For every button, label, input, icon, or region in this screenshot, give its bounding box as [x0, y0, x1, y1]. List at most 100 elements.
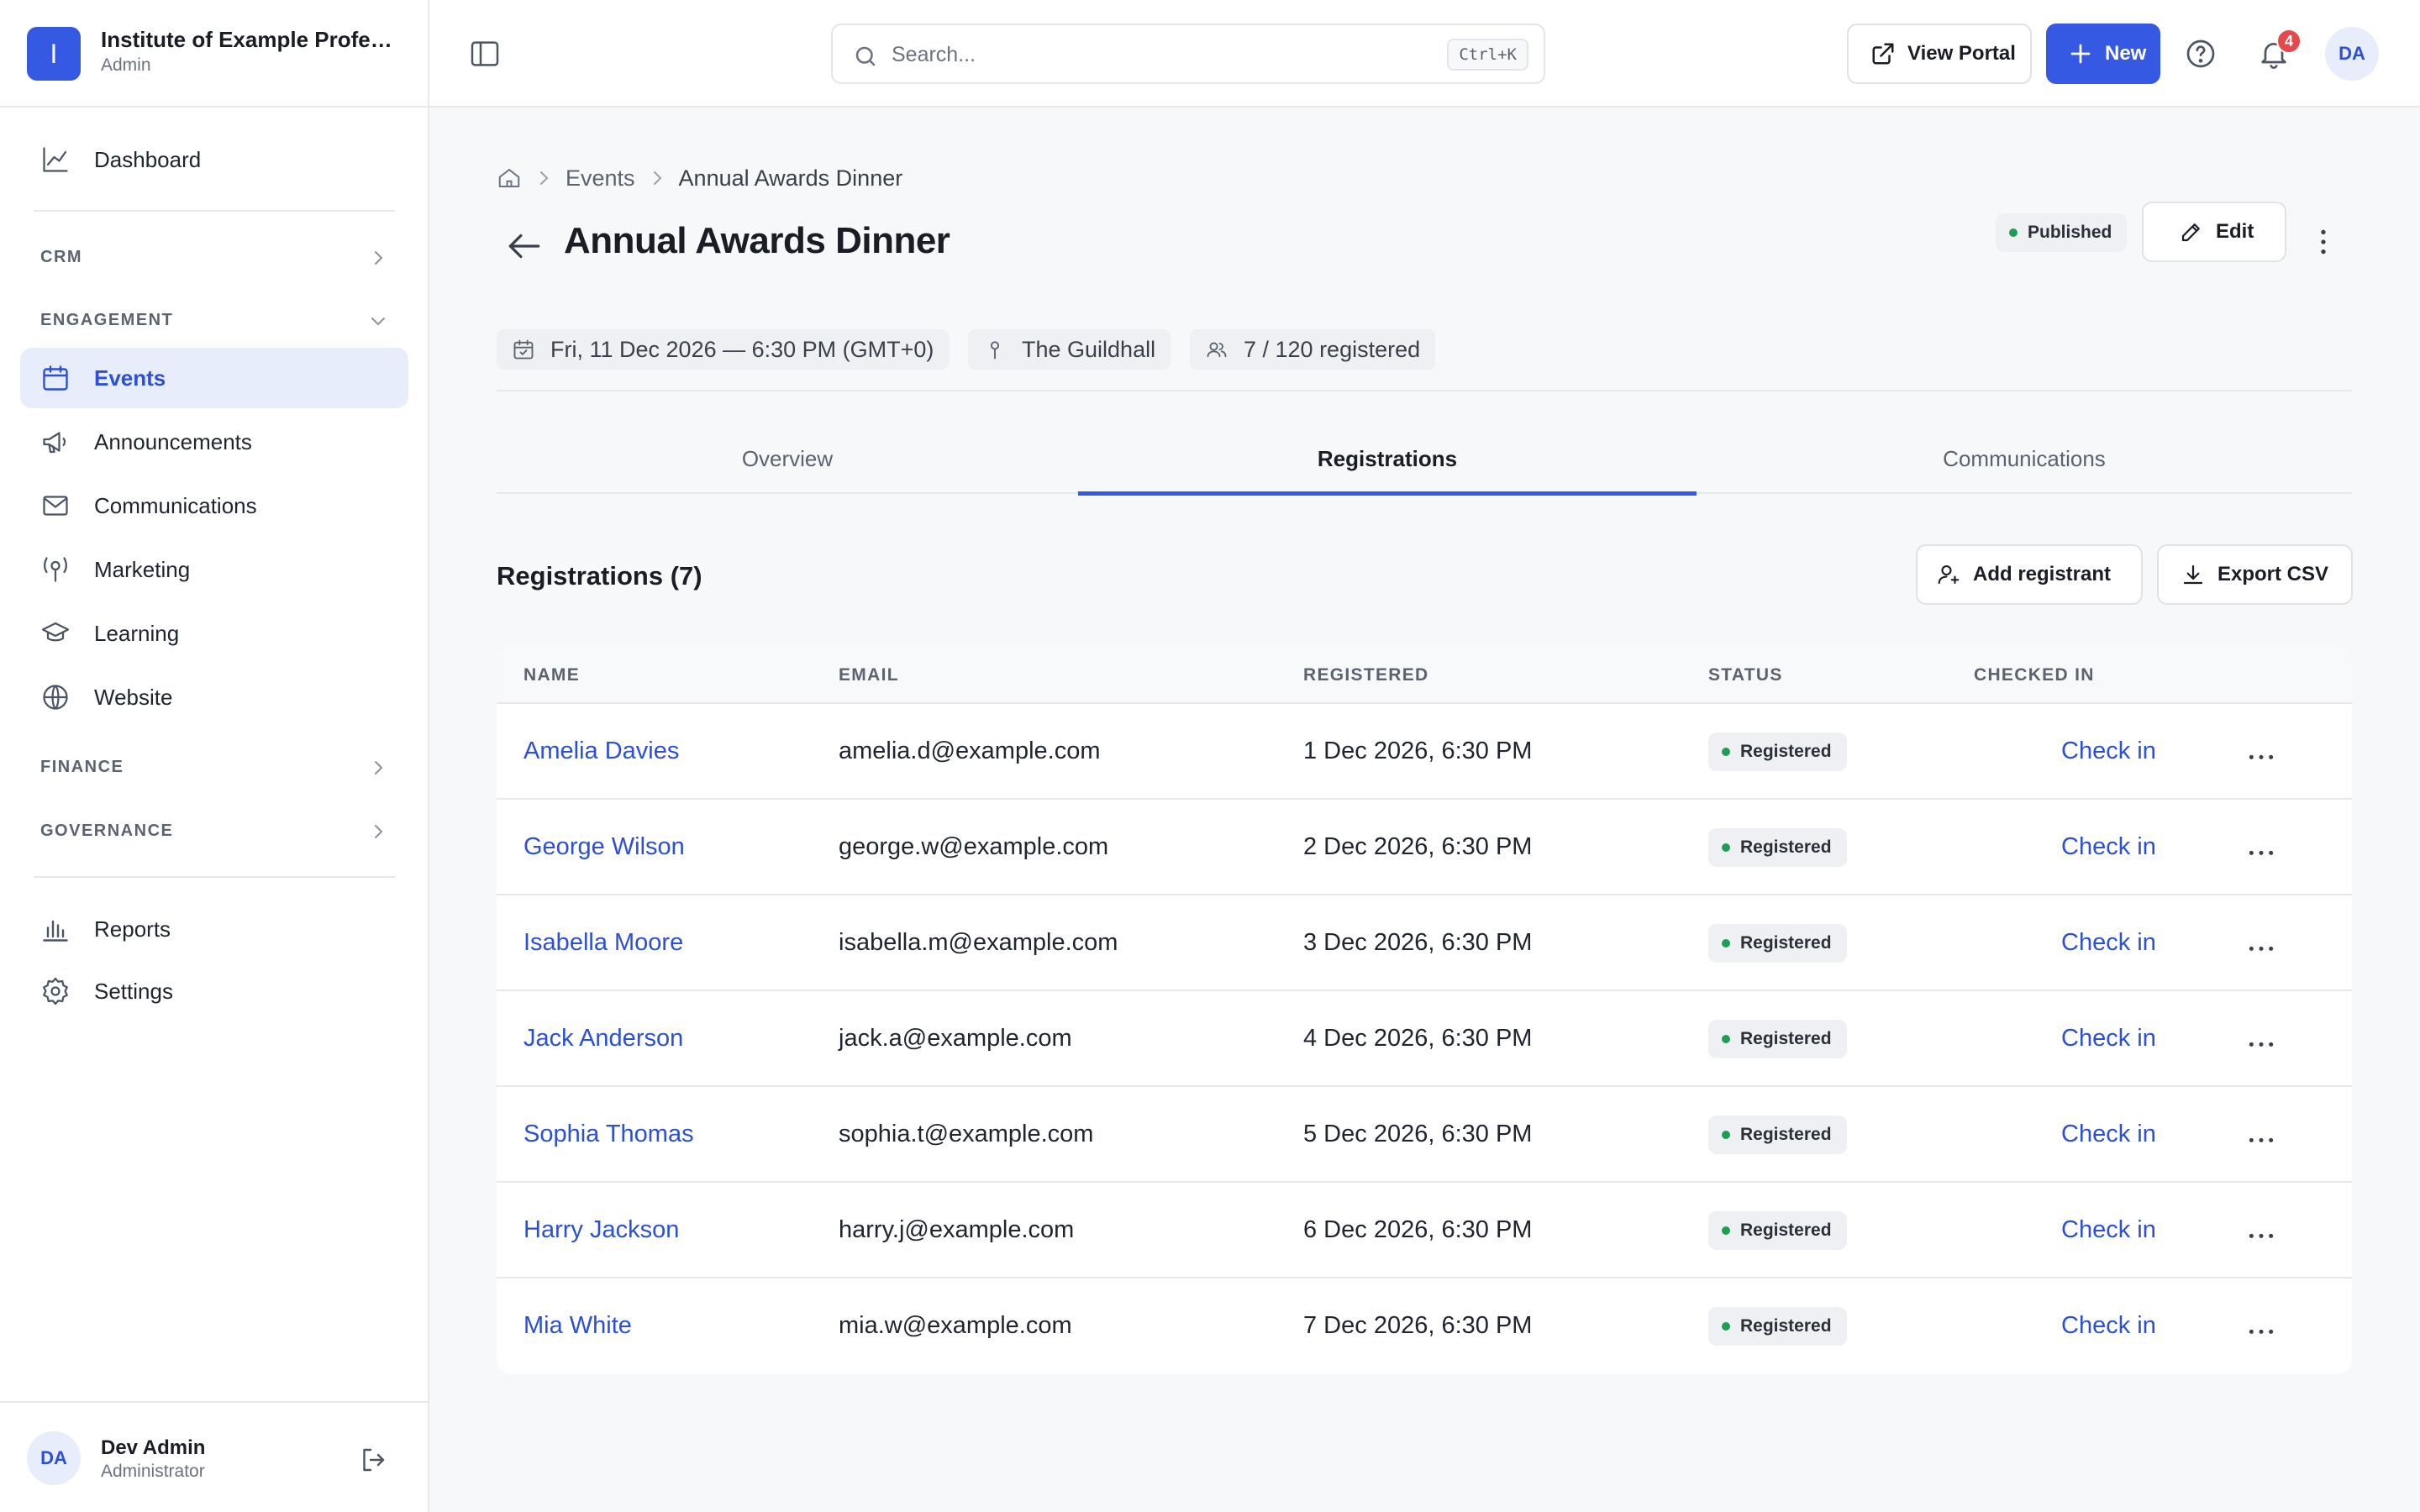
registered-date: 5 Dec 2026, 6:30 PM — [1303, 1121, 1533, 1147]
sidebar-item-marketing[interactable]: Marketing — [20, 539, 408, 600]
more-horizontal-icon[interactable] — [2244, 1312, 2278, 1346]
registrant-email: amelia.d@example.com — [839, 738, 1101, 764]
sidebar-item-communications[interactable]: Communications — [20, 475, 408, 536]
search-input[interactable] — [892, 39, 1396, 71]
sidebar-item-label: Learning — [94, 620, 180, 646]
view-portal-label: View Portal — [1907, 42, 2016, 65]
table-header: NAME EMAIL REGISTERED STATUS CHECKED IN — [497, 647, 2352, 704]
tab-communications[interactable]: Communications — [1697, 423, 2352, 494]
registrant-name-link[interactable]: Sophia Thomas — [523, 1121, 694, 1148]
chevron-right-icon — [368, 822, 388, 842]
search-shortcut-hint: Ctrl+K — [1447, 39, 1528, 71]
home-icon[interactable] — [497, 165, 522, 191]
column-header-checked-in[interactable]: CHECKED IN — [1974, 665, 2095, 685]
section-crm[interactable]: CRM — [20, 234, 408, 281]
sidebar-item-label: Dashboard — [94, 146, 202, 172]
org-name: Institute of Example Professi… — [101, 27, 403, 52]
check-in-link[interactable]: Check in — [2061, 1121, 2156, 1148]
check-in-link[interactable]: Check in — [2061, 1025, 2156, 1053]
sidebar-item-announcements[interactable]: Announcements — [20, 412, 408, 472]
column-header-name[interactable]: NAME — [523, 665, 580, 685]
edit-button[interactable]: Edit — [2142, 202, 2286, 262]
back-arrow-icon[interactable] — [503, 225, 545, 267]
check-in-link[interactable]: Check in — [2061, 738, 2156, 765]
registrant-name-link[interactable]: Jack Anderson — [523, 1025, 683, 1053]
sidebar-item-dashboard[interactable]: Dashboard — [20, 129, 408, 190]
column-header-email[interactable]: EMAIL — [839, 665, 899, 685]
export-csv-button[interactable]: Export CSV — [2157, 544, 2353, 605]
sidebar-item-reports[interactable]: Reports — [20, 899, 408, 959]
user-profile: DA Dev Admin Administrator — [0, 1401, 428, 1512]
breadcrumb: Events Annual Awards Dinner — [497, 161, 902, 195]
section-finance[interactable]: FINANCE — [20, 744, 408, 791]
table-row: Isabella Moore isabella.m@example.com 3 … — [497, 895, 2352, 991]
tab-registrations[interactable]: Registrations — [1078, 423, 1697, 496]
more-horizontal-icon[interactable] — [2244, 1121, 2278, 1154]
registrant-email: mia.w@example.com — [839, 1312, 1072, 1339]
sidebar-item-learning[interactable]: Learning — [20, 603, 408, 664]
registrant-name-link[interactable]: Mia White — [523, 1312, 632, 1340]
new-button[interactable]: New — [2046, 24, 2160, 84]
sidebar-item-label: Settings — [94, 978, 173, 1004]
more-horizontal-icon[interactable] — [2244, 1025, 2278, 1058]
chevron-right-icon — [368, 248, 388, 268]
add-registrant-button[interactable]: Add registrant — [1916, 544, 2143, 605]
sidebar-item-website[interactable]: Website — [20, 667, 408, 727]
table-row: Jack Anderson jack.a@example.com 4 Dec 2… — [497, 991, 2352, 1087]
app-root: I Institute of Example Professi… Admin D… — [0, 0, 2420, 1512]
tab-bar: Overview Registrations Communications — [497, 423, 2352, 496]
check-in-link[interactable]: Check in — [2061, 1312, 2156, 1340]
sidebar-item-events[interactable]: Events — [20, 348, 408, 408]
new-label: New — [2105, 42, 2147, 65]
more-horizontal-icon[interactable] — [2244, 1216, 2278, 1250]
registrant-email: sophia.t@example.com — [839, 1121, 1094, 1147]
sidebar-toggle-icon[interactable] — [468, 37, 502, 71]
check-in-link[interactable]: Check in — [2061, 929, 2156, 957]
registrant-name-link[interactable]: Amelia Davies — [523, 738, 679, 765]
chevron-right-icon — [368, 758, 388, 778]
calendar-check-icon — [512, 338, 535, 361]
section-engagement[interactable]: ENGAGEMENT — [20, 297, 408, 344]
check-in-link[interactable]: Check in — [2061, 1216, 2156, 1244]
status-label: Registered — [1740, 1221, 1832, 1240]
event-registered-count: 7 / 120 registered — [1244, 336, 1421, 362]
sidebar-item-label: Website — [94, 684, 173, 710]
avatar[interactable]: DA — [27, 1431, 81, 1485]
registrant-email: jack.a@example.com — [839, 1025, 1072, 1052]
more-horizontal-icon[interactable] — [2244, 929, 2278, 963]
org-switcher[interactable]: I Institute of Example Professi… Admin — [0, 0, 428, 108]
sidebar-item-label: Events — [94, 365, 166, 391]
avatar[interactable]: DA — [2325, 27, 2379, 81]
page-title: Annual Awards Dinner — [564, 220, 950, 261]
section-governance[interactable]: GOVERNANCE — [20, 808, 408, 855]
breadcrumb-current: Annual Awards Dinner — [678, 165, 903, 191]
column-header-status[interactable]: STATUS — [1708, 665, 1783, 685]
section-label: FINANCE — [40, 758, 124, 776]
status-dot — [1722, 1226, 1730, 1235]
registrant-name-link[interactable]: Harry Jackson — [523, 1216, 679, 1244]
more-horizontal-icon[interactable] — [2244, 833, 2278, 867]
registrant-name-link[interactable]: George Wilson — [523, 833, 685, 861]
status-dot — [1722, 843, 1730, 852]
check-in-link[interactable]: Check in — [2061, 833, 2156, 861]
status-label: Registered — [1740, 933, 1832, 953]
registered-date: 3 Dec 2026, 6:30 PM — [1303, 929, 1533, 956]
org-logo: I — [27, 27, 81, 81]
sidebar: I Institute of Example Professi… Admin D… — [0, 0, 429, 1512]
logout-icon[interactable] — [358, 1445, 388, 1475]
more-horizontal-icon[interactable] — [2244, 738, 2278, 771]
user-role: Administrator — [101, 1462, 205, 1481]
breadcrumb-events[interactable]: Events — [566, 165, 635, 192]
search-box[interactable]: Ctrl+K — [831, 24, 1545, 84]
view-portal-button[interactable]: View Portal — [1847, 24, 2032, 84]
sidebar-item-label: Announcements — [94, 428, 252, 454]
column-header-registered[interactable]: REGISTERED — [1303, 665, 1429, 685]
map-pin-icon — [983, 338, 1007, 361]
mail-icon — [40, 491, 71, 521]
topbar: Ctrl+K View Portal New 4 DA — [429, 0, 2420, 108]
help-icon[interactable] — [2184, 37, 2217, 71]
registrant-name-link[interactable]: Isabella Moore — [523, 929, 683, 957]
tab-overview[interactable]: Overview — [497, 423, 1078, 494]
sidebar-item-settings[interactable]: Settings — [20, 961, 408, 1021]
more-vertical-icon[interactable] — [2307, 225, 2340, 259]
